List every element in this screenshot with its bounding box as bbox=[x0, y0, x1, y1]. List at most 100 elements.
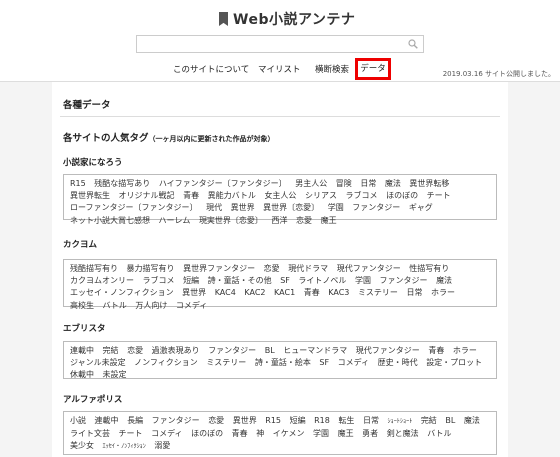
tag-link[interactable]: ローファンタジー〔ファンタジー〕 bbox=[70, 203, 198, 212]
tag-link[interactable]: 溺愛 bbox=[154, 441, 170, 450]
tag-link[interactable]: 異世界 bbox=[233, 416, 257, 425]
tag-link[interactable]: 短編 bbox=[290, 416, 306, 425]
tag-link[interactable]: エッセイ・ノンフィクション bbox=[70, 288, 174, 297]
tag-link[interactable]: BL bbox=[445, 416, 455, 425]
tag-link[interactable]: 青春 bbox=[183, 191, 199, 200]
tag-link[interactable]: ミステリー bbox=[206, 358, 246, 367]
tag-link[interactable]: 転生 bbox=[338, 416, 354, 425]
tag-link[interactable]: 短編 bbox=[183, 276, 199, 285]
tag-link[interactable]: 完結 bbox=[421, 416, 437, 425]
tag-link[interactable]: 小説 bbox=[70, 416, 86, 425]
tag-link[interactable]: 性描写有り bbox=[409, 264, 449, 273]
tag-link[interactable]: 学園 bbox=[313, 429, 329, 438]
tag-link[interactable]: 過激表現あり bbox=[152, 346, 200, 355]
tag-link[interactable]: SF bbox=[280, 276, 290, 285]
tag-link[interactable]: 魔法 bbox=[385, 179, 401, 188]
tag-link[interactable]: 連載中 bbox=[95, 416, 119, 425]
tag-link[interactable]: 異世界 bbox=[182, 288, 206, 297]
tag-link[interactable]: ファンタジー bbox=[352, 203, 400, 212]
tag-link[interactable]: コメディ bbox=[338, 358, 369, 367]
tag-link[interactable]: ヒューマンドラマ bbox=[283, 346, 347, 355]
tag-link[interactable]: 魔王 bbox=[338, 429, 354, 438]
tag-link[interactable]: ｴｯｾｲ・ﾉﾝﾌｨｸｼｮﾝ bbox=[103, 443, 146, 450]
tag-link[interactable]: 青春 bbox=[428, 346, 444, 355]
tag-link[interactable]: 歴史・時代 bbox=[378, 358, 418, 367]
tag-link[interactable]: 異世界〔恋愛〕 bbox=[263, 203, 319, 212]
tag-link[interactable]: シリアス bbox=[305, 191, 337, 200]
tag-link[interactable]: 異能力バトル bbox=[208, 191, 256, 200]
tag-link[interactable]: 美少女 bbox=[70, 441, 94, 450]
tag-link[interactable]: KAC1 bbox=[274, 288, 295, 297]
tag-link[interactable]: ジャンル未設定 bbox=[70, 358, 126, 367]
tag-link[interactable]: ラブコメ bbox=[143, 276, 175, 285]
tag-link[interactable]: 現代ドラマ bbox=[288, 264, 328, 273]
tag-link[interactable]: 連載中 bbox=[70, 346, 94, 355]
tag-link[interactable]: 日常 bbox=[406, 288, 422, 297]
site-logo[interactable]: Web小説アンテナ bbox=[219, 9, 355, 29]
tag-link[interactable]: SF bbox=[319, 358, 329, 367]
tag-link[interactable]: 恋愛 bbox=[264, 264, 280, 273]
tag-link[interactable]: 万人向け bbox=[135, 301, 167, 310]
tag-link[interactable]: 魔王 bbox=[321, 216, 337, 225]
tag-link[interactable]: 冒険 bbox=[336, 179, 352, 188]
tag-link[interactable]: ハーレム bbox=[159, 216, 191, 225]
tag-link[interactable]: ネット小説大賞七感想 bbox=[70, 216, 150, 225]
tag-link[interactable]: KAC4 bbox=[215, 288, 236, 297]
tag-link[interactable]: R15 bbox=[70, 179, 86, 188]
tag-link[interactable]: R18 bbox=[314, 416, 330, 425]
nav-mylist[interactable]: マイリスト bbox=[258, 63, 301, 75]
tag-link[interactable]: 現代ファンタジー bbox=[356, 346, 420, 355]
tag-link[interactable]: オリジナル戦記 bbox=[119, 191, 175, 200]
tag-link[interactable]: バトル bbox=[103, 301, 127, 310]
tag-link[interactable]: ラブコメ bbox=[346, 191, 378, 200]
tag-link[interactable]: 完結 bbox=[103, 346, 119, 355]
tag-link[interactable]: ホラー bbox=[453, 346, 477, 355]
tag-link[interactable]: BL bbox=[265, 346, 275, 355]
tag-link[interactable]: 学園 bbox=[355, 276, 371, 285]
tag-link[interactable]: 西洋 bbox=[271, 216, 287, 225]
tag-link[interactable]: 異世界転移 bbox=[409, 179, 449, 188]
tag-link[interactable]: 男主人公 bbox=[295, 179, 327, 188]
tag-link[interactable]: ｼｮｰﾄｼｮｰﾄ bbox=[388, 418, 413, 425]
tag-link[interactable]: 女主人公 bbox=[264, 191, 296, 200]
tag-link[interactable]: ライトノベル bbox=[298, 276, 346, 285]
tag-link[interactable]: 日常 bbox=[360, 179, 376, 188]
tag-link[interactable]: 魔法 bbox=[464, 416, 480, 425]
tag-link[interactable]: ライト文芸 bbox=[70, 429, 110, 438]
tag-link[interactable]: R15 bbox=[265, 416, 281, 425]
tag-link[interactable]: 未設定 bbox=[103, 370, 127, 379]
tag-link[interactable]: 神 bbox=[256, 429, 264, 438]
tag-link[interactable]: 異世界転生 bbox=[70, 191, 110, 200]
tag-link[interactable]: 剣と魔法 bbox=[387, 429, 419, 438]
tag-link[interactable]: 暴力描写有り bbox=[127, 264, 175, 273]
tag-link[interactable]: ほのぼの bbox=[386, 191, 418, 200]
tag-link[interactable]: 長編 bbox=[127, 416, 143, 425]
tag-link[interactable]: ホラー bbox=[431, 288, 455, 297]
tag-link[interactable]: カクヨムオンリー bbox=[70, 276, 134, 285]
tag-link[interactable]: ギャグ bbox=[409, 203, 433, 212]
tag-link[interactable]: 残酷描写有り bbox=[70, 264, 118, 273]
tag-link[interactable]: 勇者 bbox=[362, 429, 378, 438]
tag-link[interactable]: 日常 bbox=[363, 416, 379, 425]
tag-link[interactable]: バトル bbox=[427, 429, 451, 438]
tag-link[interactable]: 休載中 bbox=[70, 370, 94, 379]
tag-link[interactable]: ミステリー bbox=[358, 288, 398, 297]
tag-link[interactable]: 残酷な描写あり bbox=[94, 179, 150, 188]
nav-cross-search[interactable]: 横断検索 bbox=[315, 63, 349, 75]
tag-link[interactable]: 現実世界〔恋愛〕 bbox=[199, 216, 263, 225]
tag-link[interactable]: 恋愛 bbox=[127, 346, 143, 355]
nav-data[interactable]: データ bbox=[355, 58, 391, 80]
tag-link[interactable]: チート bbox=[427, 191, 451, 200]
tag-link[interactable]: 異世界ファンタジー bbox=[183, 264, 255, 273]
tag-link[interactable]: KAC2 bbox=[244, 288, 265, 297]
tag-link[interactable]: コメディ bbox=[151, 429, 182, 438]
tag-link[interactable]: ハイファンタジー〔ファンタジー〕 bbox=[159, 179, 287, 188]
tag-link[interactable]: ファンタジー bbox=[208, 346, 256, 355]
tag-link[interactable]: 高校生 bbox=[70, 301, 94, 310]
tag-link[interactable]: 異世界 bbox=[231, 203, 255, 212]
search-icon[interactable] bbox=[408, 39, 418, 49]
tag-link[interactable]: 青春 bbox=[304, 288, 320, 297]
tag-link[interactable]: 設定・プロット bbox=[426, 358, 482, 367]
tag-link[interactable]: 現代 bbox=[206, 203, 222, 212]
search-input[interactable] bbox=[137, 41, 423, 57]
